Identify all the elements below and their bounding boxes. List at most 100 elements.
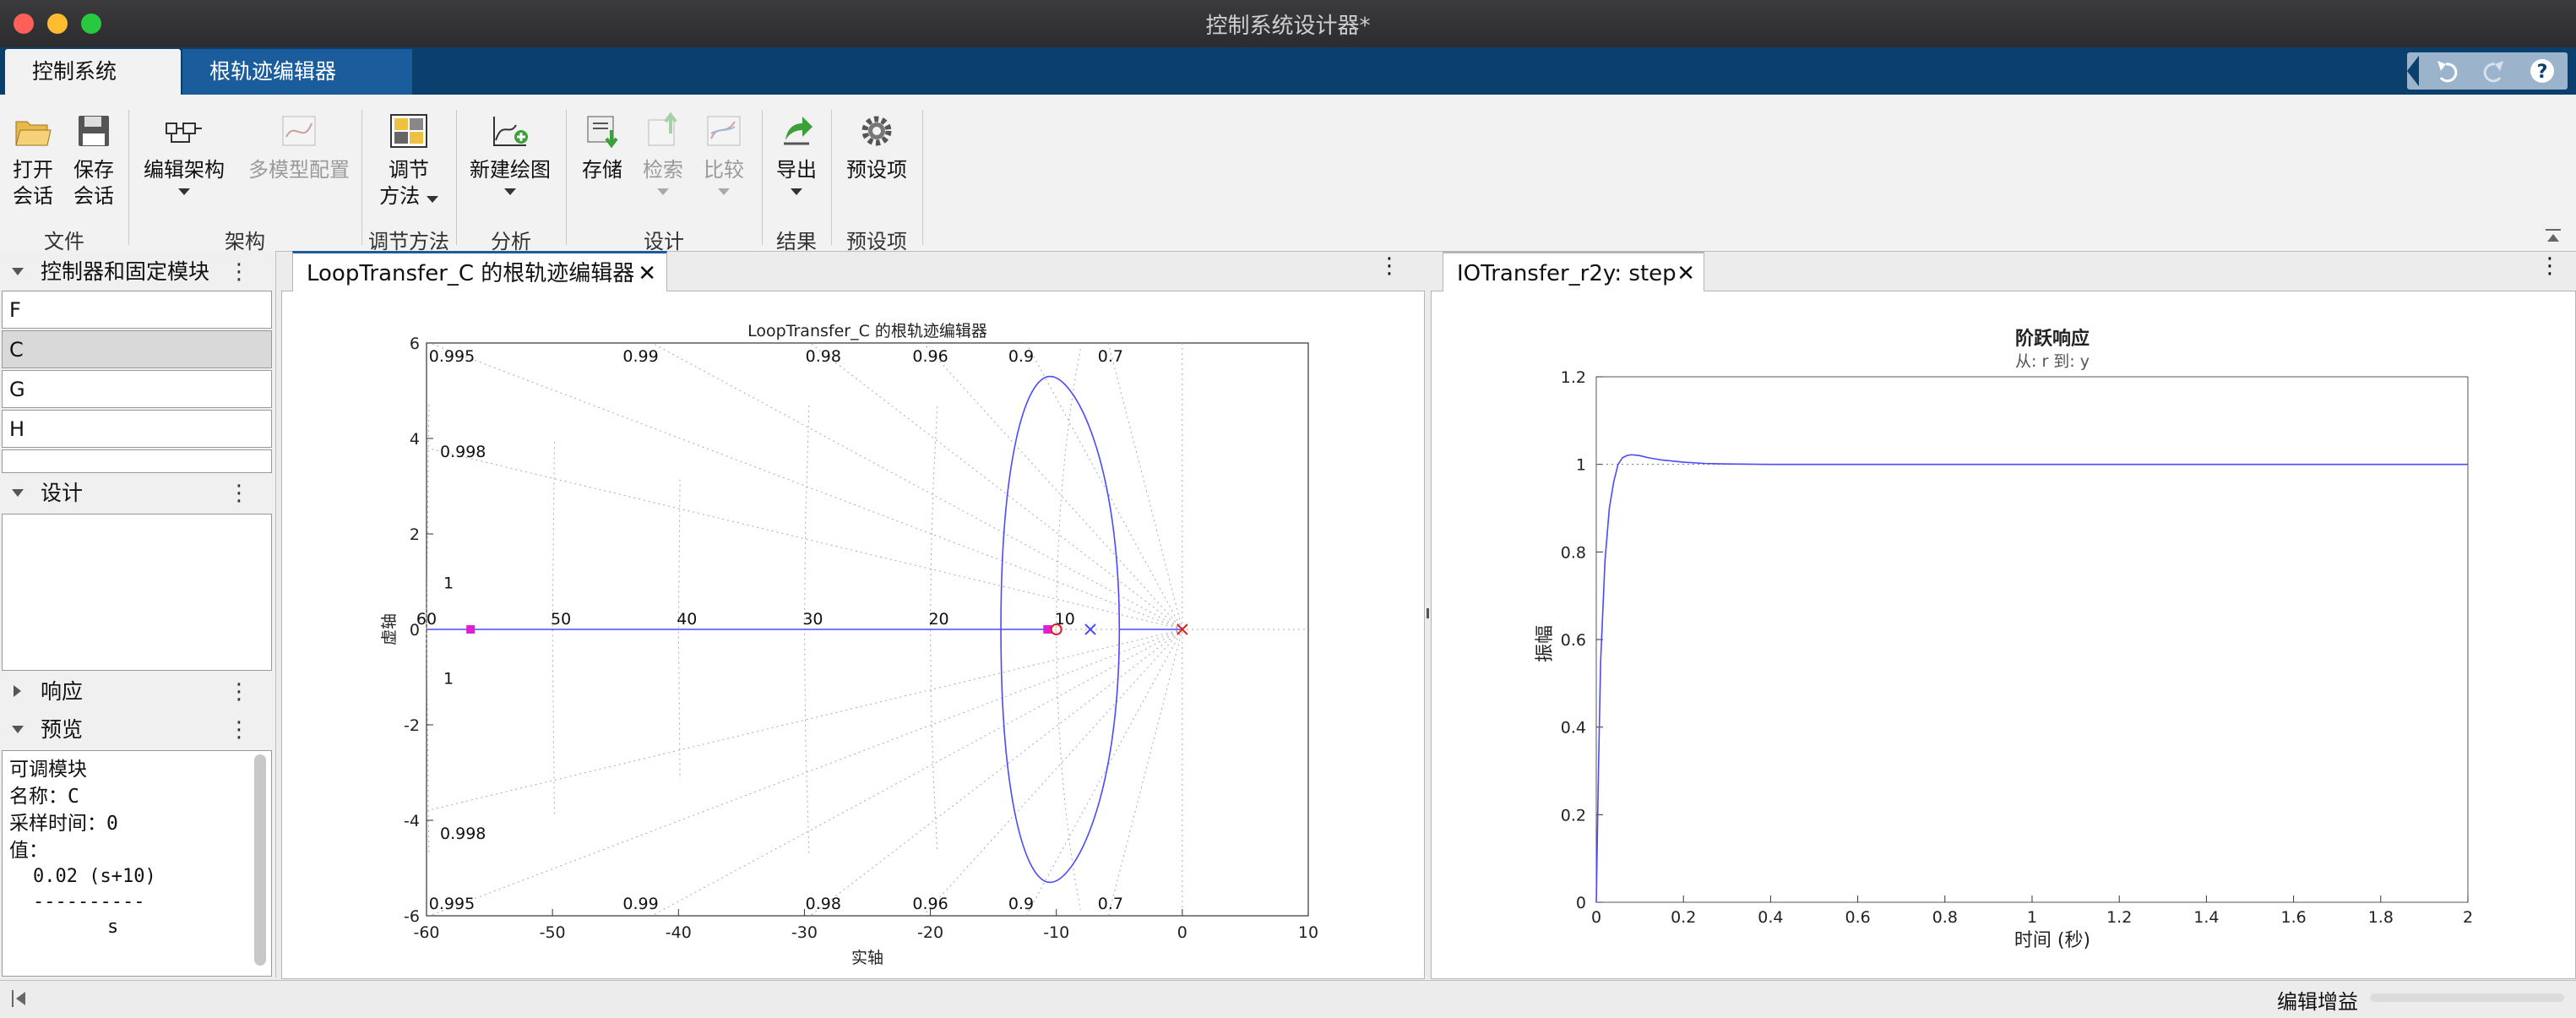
more-options-icon[interactable]: ⋮	[228, 711, 250, 749]
damping-label: 0.995	[429, 347, 475, 366]
damping-label: 0.96	[912, 347, 948, 366]
damping-label: 0.96	[912, 895, 948, 913]
root-locus-chart[interactable]: -60 -50 -40 -30 -20 -10 0 10-6-4-202460.9950.99…	[281, 291, 1425, 979]
preview-value-label: 值：	[9, 840, 48, 862]
x-tick-label: 1.4	[2193, 908, 2219, 927]
y-tick-label: -2	[404, 716, 420, 735]
tab-control-system[interactable]: 控制系统	[5, 49, 181, 95]
group-label-preferences: 预设项	[846, 230, 907, 253]
damping-label: 0.9	[1008, 347, 1034, 366]
export-icon	[784, 117, 812, 145]
x-axis-label: 时间 (秒)	[2014, 930, 2090, 951]
chevron-down-icon	[12, 268, 24, 275]
y-tick-label: 0.2	[1561, 806, 1586, 825]
blocks-section-header[interactable]: 控制器和固定模块 ⋮	[0, 253, 274, 291]
collapse-panel-icon[interactable]	[10, 988, 29, 1009]
group-label-analysis: 分析	[491, 230, 531, 253]
x-tick-label: 1	[2027, 908, 2037, 927]
block-item-h[interactable]: H	[2, 410, 272, 448]
y-tick-label: -4	[404, 812, 420, 830]
help-icon[interactable]: ?	[2530, 59, 2554, 83]
x-tick-label: 0.6	[1845, 908, 1870, 927]
save-icon	[79, 116, 109, 146]
more-options-icon[interactable]: ⋮	[228, 475, 250, 512]
frequency-label: 50	[551, 610, 571, 629]
group-label-architecture: 架构	[225, 230, 265, 253]
undo-icon[interactable]	[2437, 61, 2458, 83]
more-options-icon[interactable]: ⋮	[228, 673, 250, 710]
more-options-icon[interactable]: ⋮	[2539, 253, 2561, 279]
chevron-right-icon	[14, 685, 21, 697]
toolstrip-separator	[922, 110, 923, 245]
new-plot-button[interactable]: 新建绘图	[463, 112, 557, 195]
x-tick-label: 0.8	[1932, 908, 1958, 927]
y-tick-label: -6	[404, 907, 420, 926]
close-tab-icon[interactable]: ✕	[1677, 253, 1695, 294]
damping-label: 1	[443, 670, 454, 689]
store-design-button[interactable]: 存储	[573, 112, 632, 183]
damping-label: 0.99	[622, 895, 658, 913]
x-tick-label: -20	[917, 923, 943, 942]
store-icon	[587, 116, 618, 149]
block-item-g[interactable]: G	[2, 370, 272, 408]
design-section-header[interactable]: 设计 ⋮	[0, 475, 274, 512]
damping-label: 0.998	[440, 443, 486, 461]
edit-architecture-button[interactable]: 编辑架构	[135, 112, 233, 195]
chevron-down-icon	[12, 726, 24, 733]
x-tick-label: -40	[666, 923, 692, 942]
y-tick-label: 1.2	[1561, 368, 1586, 387]
preview-scrollbar[interactable]	[254, 754, 266, 966]
open-session-button[interactable]: 打开 会话	[5, 112, 61, 210]
block-item-f[interactable]: F	[2, 291, 272, 329]
more-options-icon[interactable]: ⋮	[1378, 253, 1400, 279]
pane-splitter[interactable]	[1427, 608, 1429, 618]
x-tick-label: 1.2	[2106, 908, 2132, 927]
x-tick-label: 0	[1177, 923, 1187, 942]
block-item-c[interactable]: C	[2, 330, 272, 368]
status-text: 编辑增益	[2277, 990, 2358, 1014]
chevron-down-icon	[426, 196, 438, 203]
design-list[interactable]	[2, 514, 272, 671]
retrieve-design-button[interactable]: 检索	[633, 112, 693, 195]
step-response-chart[interactable]: 0 0.2 0.4 0.6 0.8 1 1.2 1.4 1.6 1.8 2 0 0.2 0.4 0.6 0.8…	[1431, 291, 2576, 979]
damping-label: 0.7	[1098, 347, 1123, 366]
group-label-results: 结果	[776, 230, 817, 253]
group-label-file: 文件	[44, 230, 84, 253]
multi-model-config-button[interactable]: 多模型配置	[240, 112, 358, 183]
preview-title: 可调模块	[9, 759, 87, 781]
tab-root-locus-editor[interactable]: 根轨迹编辑器	[182, 49, 412, 95]
damping-label: 1	[443, 574, 454, 593]
doc-tab-root-locus[interactable]: LoopTransfer_C 的根轨迹编辑器 ✕	[292, 251, 667, 291]
damping-label: 0.998	[440, 825, 486, 843]
frequency-label: 10	[1055, 610, 1075, 629]
chevron-down-icon	[504, 188, 516, 195]
export-button[interactable]: 导出	[767, 112, 826, 195]
response-section-header[interactable]: 响应 ⋮	[0, 673, 274, 710]
doc-tab-step-response[interactable]: IOTransfer_r2y: step ✕	[1443, 251, 1704, 291]
damping-label: 0.995	[429, 895, 475, 913]
save-session-button[interactable]: 保存 会话	[66, 112, 122, 210]
y-tick-label: 0.4	[1561, 719, 1586, 738]
compare-designs-button[interactable]: 比较	[694, 112, 753, 195]
y-tick-label: 2	[410, 525, 420, 544]
quick-access-toolbar: ?	[2407, 52, 2568, 90]
preview-section-header[interactable]: 预览 ⋮	[0, 711, 274, 749]
redo-icon[interactable]	[2483, 61, 2503, 83]
window-title: 控制系统设计器*	[1205, 14, 1371, 39]
chart-subtitle: 从: r 到: y	[2015, 352, 2090, 371]
tuning-methods-button[interactable]: 调节 方法	[368, 112, 449, 210]
status-progress-bar	[2370, 994, 2564, 1002]
more-options-icon[interactable]: ⋮	[228, 253, 250, 291]
collapse-toolstrip-icon[interactable]	[2544, 226, 2562, 245]
frequency-label: 60	[416, 610, 437, 629]
y-axis-label: 虚轴	[380, 613, 399, 645]
close-tab-icon[interactable]: ✕	[638, 253, 656, 294]
x-tick-label: -60	[413, 923, 439, 942]
preferences-button[interactable]: 预设项	[836, 112, 917, 183]
x-tick-label: 1.6	[2280, 908, 2306, 927]
y-tick-label: 4	[410, 430, 420, 449]
retrieve-icon	[648, 112, 677, 146]
preview-transfer-function: 0.02 (s+10) ---------- s	[33, 866, 156, 938]
frequency-label: 40	[677, 610, 697, 629]
chevron-down-icon	[791, 188, 802, 195]
